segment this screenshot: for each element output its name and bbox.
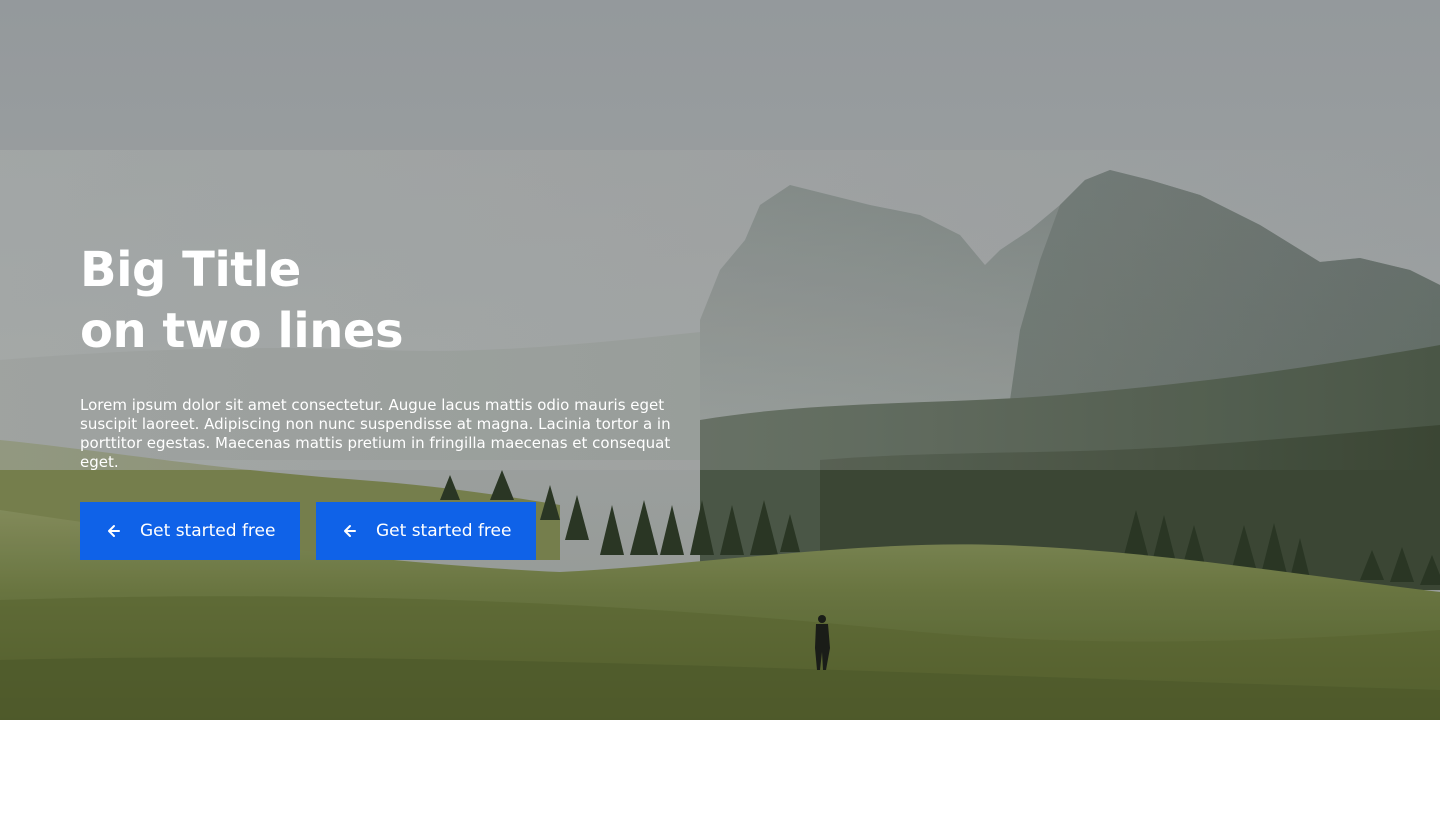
hero-content: Big Title on two lines Lorem ipsum dolor… (80, 240, 680, 472)
hero-title-line-1: Big Title (80, 242, 301, 298)
arrow-left-icon (106, 523, 122, 539)
get-started-button-secondary[interactable]: Get started free (316, 502, 536, 560)
get-started-button-primary[interactable]: Get started free (80, 502, 300, 560)
hero-description: Lorem ipsum dolor sit amet consectetur. … (80, 396, 671, 471)
get-started-button-label: Get started free (376, 521, 512, 541)
get-started-button-label: Get started free (140, 521, 276, 541)
arrow-left-icon (342, 523, 358, 539)
hero-banner: Big Title on two lines Lorem ipsum dolor… (0, 0, 1440, 720)
cta-button-group: Get started free Get started free (80, 502, 536, 560)
hero-title-line-2: on two lines (80, 303, 404, 359)
hero-title: Big Title on two lines (80, 240, 680, 362)
